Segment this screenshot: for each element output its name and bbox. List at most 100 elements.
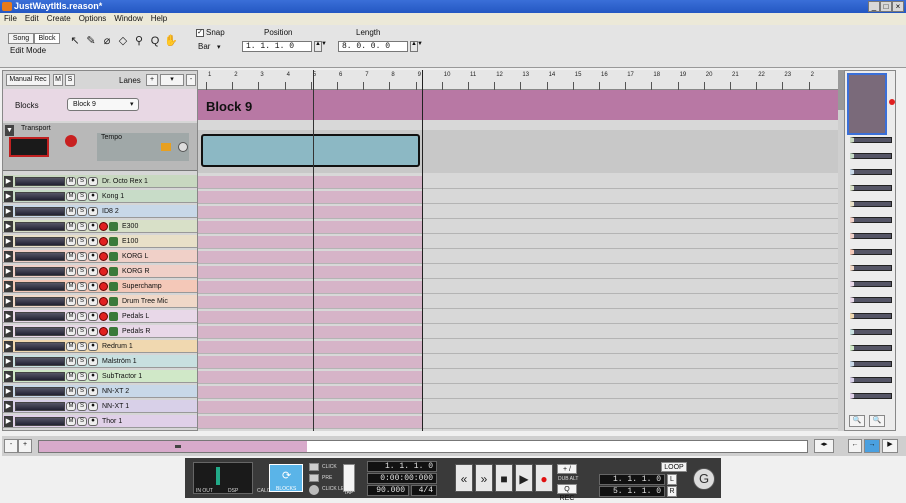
menu-file[interactable]: File: [4, 13, 17, 25]
track-lane[interactable]: [198, 386, 838, 399]
track-lane[interactable]: [198, 236, 838, 249]
track-row[interactable]: ▶ M S ⏺ Dr. Octo Rex 1: [3, 175, 197, 188]
automation-icon[interactable]: [161, 143, 171, 151]
record-arm-icon[interactable]: ⏺: [88, 176, 98, 186]
chevron-down-icon[interactable]: ▾: [217, 43, 221, 51]
track-lane[interactable]: [198, 176, 838, 189]
track-play-icon[interactable]: ▶: [4, 280, 13, 292]
zoom-out-horizontal-icon[interactable]: -: [4, 439, 18, 453]
navigator-device[interactable]: [850, 169, 892, 175]
play-button[interactable]: ▶: [515, 464, 533, 492]
track-lane[interactable]: [198, 311, 838, 324]
track-row[interactable]: ▶ M S ⏺ SubTractor 1: [3, 370, 197, 383]
track-row[interactable]: ▶ M S ⏺ Pedals L: [3, 310, 197, 323]
navigator-device[interactable]: [850, 313, 892, 319]
record-enable-icon[interactable]: [99, 281, 108, 291]
solo-button[interactable]: S: [77, 356, 87, 366]
sequencer-lanes[interactable]: [198, 70, 838, 431]
block-mode-button[interactable]: Block: [34, 33, 60, 44]
hand-tool-icon[interactable]: ✋: [164, 33, 178, 49]
quantize-rec-button[interactable]: Q REC: [557, 484, 577, 502]
navigator-device[interactable]: [850, 233, 892, 239]
track-play-icon[interactable]: ▶: [4, 415, 13, 427]
maximize-button[interactable]: □: [880, 1, 892, 12]
mute-button[interactable]: M: [66, 266, 76, 276]
mute-button[interactable]: M: [66, 326, 76, 336]
lane-add-button[interactable]: +: [146, 74, 158, 86]
solo-button[interactable]: S: [77, 416, 87, 426]
record-enable-icon[interactable]: [99, 296, 108, 306]
follow-song-icon[interactable]: →: [864, 439, 880, 453]
track-play-icon[interactable]: ▶: [4, 250, 13, 262]
snap-value-select[interactable]: Bar: [198, 42, 210, 51]
track-row[interactable]: ▶ M S ⏺ KORG L: [3, 250, 197, 263]
record-arm-icon[interactable]: ⏺: [88, 386, 98, 396]
solo-button[interactable]: S: [77, 311, 87, 321]
block-lane[interactable]: Block 9: [198, 90, 838, 120]
clear-automation-icon[interactable]: [178, 142, 188, 152]
arrow-tool-icon[interactable]: ↖: [68, 33, 82, 49]
expand-icon[interactable]: ▼: [5, 125, 14, 136]
menu-create[interactable]: Create: [47, 13, 71, 25]
navigator-device[interactable]: [850, 249, 892, 255]
track-play-icon[interactable]: ▶: [4, 235, 13, 247]
mute-button[interactable]: M: [66, 236, 76, 246]
navigator-device[interactable]: [850, 281, 892, 287]
mute-button[interactable]: M: [66, 191, 76, 201]
navigator-device[interactable]: [850, 297, 892, 303]
track-row[interactable]: ▶ M S ⏺ Pedals R: [3, 325, 197, 338]
pencil-tool-icon[interactable]: ✎: [84, 33, 98, 49]
fast-forward-button[interactable]: »: [475, 464, 493, 492]
overview-selection[interactable]: [39, 441, 307, 452]
record-button[interactable]: ●: [535, 464, 553, 492]
close-button[interactable]: ×: [892, 1, 904, 12]
click-toggle[interactable]: [309, 463, 319, 471]
tempo-display[interactable]: 90.000: [367, 485, 409, 496]
mute-button[interactable]: M: [66, 176, 76, 186]
click-level-knob[interactable]: [309, 485, 319, 495]
track-lane[interactable]: [198, 401, 838, 414]
record-enable-icon[interactable]: [99, 221, 108, 231]
record-enable-icon[interactable]: [65, 135, 77, 147]
track-lane[interactable]: [198, 371, 838, 384]
mute-button[interactable]: M: [66, 206, 76, 216]
mute-button[interactable]: M: [66, 281, 76, 291]
track-play-icon[interactable]: ▶: [4, 310, 13, 322]
mute-button[interactable]: M: [66, 341, 76, 351]
record-enable-icon[interactable]: [99, 326, 108, 336]
track-row[interactable]: ▶ M S ⏺ Malström 1: [3, 355, 197, 368]
position-field[interactable]: 1. 1. 1. 0: [242, 41, 312, 52]
right-locator-button[interactable]: R: [667, 486, 677, 497]
solo-button[interactable]: S: [77, 251, 87, 261]
overdub-alt-toggle[interactable]: + /: [557, 464, 577, 474]
monitor-icon[interactable]: [109, 221, 118, 231]
record-arm-icon[interactable]: ⏺: [88, 206, 98, 216]
solo-button[interactable]: S: [77, 236, 87, 246]
track-row[interactable]: ▶ M S ⏺ Superchamp: [3, 280, 197, 293]
magnify-tool-icon[interactable]: Q: [148, 33, 162, 49]
solo-button[interactable]: S: [77, 206, 87, 216]
record-arm-icon[interactable]: ⏺: [88, 236, 98, 246]
eraser-tool-icon[interactable]: ⌀: [100, 33, 114, 49]
track-lane[interactable]: [198, 206, 838, 219]
pre-count-toggle[interactable]: [309, 474, 319, 482]
solo-button[interactable]: S: [77, 296, 87, 306]
play-arrow-icon[interactable]: ▶: [882, 439, 898, 453]
track-row[interactable]: ▶ M S ⏺ NN-XT 2: [3, 385, 197, 398]
signature-display[interactable]: 4/4: [411, 485, 437, 496]
track-play-icon[interactable]: ▶: [4, 370, 13, 382]
position-display[interactable]: 1. 1. 1. 0: [367, 461, 437, 472]
track-lane[interactable]: [198, 326, 838, 339]
navigator-device[interactable]: [850, 345, 892, 351]
navigator-view-frame[interactable]: [847, 73, 887, 135]
rewind-button[interactable]: «: [455, 464, 473, 492]
mute-tool-icon[interactable]: ⚲: [132, 33, 146, 49]
track-lane[interactable]: [198, 281, 838, 294]
solo-button[interactable]: S: [77, 326, 87, 336]
track-lane[interactable]: [198, 191, 838, 204]
solo-button[interactable]: S: [77, 221, 87, 231]
mute-button[interactable]: M: [66, 251, 76, 261]
mute-button[interactable]: M: [66, 416, 76, 426]
track-lane[interactable]: [198, 416, 838, 429]
track-row[interactable]: ▶ M S ⏺ ID8 2: [3, 205, 197, 218]
